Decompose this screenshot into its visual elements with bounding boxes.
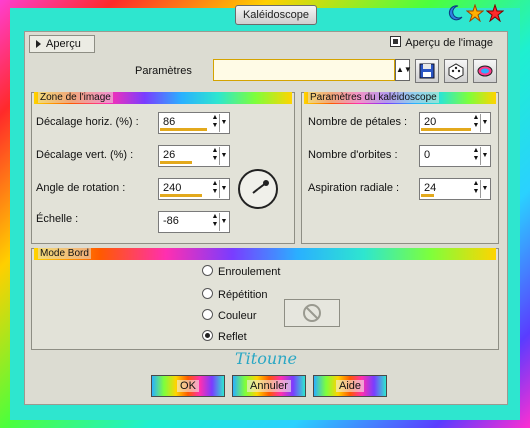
petals-count-level <box>421 128 471 131</box>
window-title: Kaléidoscope <box>235 5 317 25</box>
dropdown-arrow-icon[interactable]: ▼ <box>219 147 228 165</box>
preview-checkbox[interactable]: Aperçu de l'image <box>390 36 493 49</box>
horizontal-offset-input[interactable]: 86 ▲ ▼ ▼ <box>158 112 230 134</box>
kaleidoscope-params-group: Paramètres du kaléidoscope Nombre de pét… <box>301 92 499 244</box>
radio-button-icon[interactable] <box>202 265 213 276</box>
dropdown-arrow-icon[interactable]: ▼ <box>480 147 489 165</box>
preview-checkbox-label: Aperçu de l'image <box>405 37 493 49</box>
radio-enroulement[interactable]: Enroulement <box>202 265 280 278</box>
moon-icon[interactable] <box>446 4 464 22</box>
radio-button-icon[interactable] <box>202 330 213 341</box>
params-label: Paramètres <box>135 65 192 77</box>
scale-input[interactable]: -86 ▲ ▼ ▼ <box>158 211 230 233</box>
radio-reflet[interactable]: Reflet <box>202 330 247 343</box>
reset-button[interactable] <box>473 59 497 83</box>
dial-needle-icon <box>252 180 269 194</box>
checkbox-checked-icon[interactable] <box>390 36 402 47</box>
radio-repetition[interactable]: Répétition <box>202 288 268 301</box>
radial-suction-label: Aspiration radiale : <box>308 182 400 194</box>
petals-count-label: Nombre de pétales : <box>308 116 408 128</box>
image-zone-group: Zone de l'image Décalage horiz. (%) : 86… <box>31 92 295 244</box>
rotation-angle-label: Angle de rotation : <box>36 182 126 194</box>
orbits-count-label: Nombre d'orbites : <box>308 149 398 161</box>
dropdown-arrow-icon[interactable]: ▼ <box>480 180 489 198</box>
rotation-angle-level <box>160 194 202 197</box>
edge-color-swatch[interactable] <box>284 299 340 327</box>
radio-button-icon[interactable] <box>202 288 213 299</box>
image-zone-title: Zone de l'image <box>34 92 292 104</box>
rotation-dial[interactable] <box>238 169 278 209</box>
disabled-circle-icon <box>303 304 321 322</box>
dropdown-arrow-icon[interactable]: ▼ <box>219 180 228 198</box>
dialog-client: Aperçu Aperçu de l'image Paramètres ▲▼ Z… <box>24 31 508 405</box>
preview-toggle-button[interactable]: Aperçu <box>29 35 95 53</box>
params-dropdown-arrow[interactable]: ▲▼ <box>395 59 412 81</box>
scale-label: Échelle : <box>36 213 79 225</box>
dropdown-arrow-icon[interactable]: ▼ <box>480 114 489 132</box>
random-button[interactable] <box>444 59 468 83</box>
dice-icon <box>448 63 464 80</box>
vertical-offset-level <box>160 161 192 164</box>
radio-couleur[interactable]: Couleur <box>202 309 257 322</box>
floppy-icon <box>419 63 435 79</box>
vertical-offset-label: Décalage vert. (%) : <box>36 149 134 161</box>
rotation-angle-input[interactable]: 240 ▲ ▼ ▼ <box>158 178 230 200</box>
orbits-count-input[interactable]: 0 ▲ ▼ ▼ <box>419 145 491 167</box>
radial-suction-input[interactable]: 24 ▲ ▼ ▼ <box>419 178 491 200</box>
dropdown-arrow-icon[interactable]: ▼ <box>219 114 228 132</box>
edge-mode-group: Mode Bord Enroulement Répétition Couleur… <box>31 248 499 350</box>
radio-button-icon[interactable] <box>202 309 213 320</box>
cancel-button[interactable]: Annuler <box>232 375 306 397</box>
triangle-right-icon <box>36 40 41 49</box>
dropdown-arrow-icon[interactable]: ▼ <box>219 213 228 231</box>
horizontal-offset-label: Décalage horiz. (%) : <box>36 116 139 128</box>
petals-count-input[interactable]: 20 ▲ ▼ ▼ <box>419 112 491 134</box>
kaleidoscope-params-title: Paramètres du kaléidoscope <box>304 92 496 104</box>
help-button[interactable]: Aide <box>313 375 387 397</box>
radial-suction-level <box>421 194 434 197</box>
reset-icon <box>477 65 493 77</box>
params-preset-field[interactable] <box>213 59 395 81</box>
save-preset-button[interactable] <box>415 59 439 83</box>
vertical-offset-input[interactable]: 26 ▲ ▼ ▼ <box>158 145 230 167</box>
preview-toggle-label: Aperçu <box>46 38 81 50</box>
signature-watermark: Titoune <box>235 349 297 368</box>
star-icon[interactable] <box>466 4 484 22</box>
dialog-window: Kaléidoscope Aperçu Aperçu de l'image Pa… <box>0 0 530 428</box>
edge-mode-title: Mode Bord <box>34 248 496 260</box>
horizontal-offset-level <box>160 128 207 131</box>
ok-button[interactable]: OK <box>151 375 225 397</box>
close-star-icon[interactable] <box>486 4 504 22</box>
